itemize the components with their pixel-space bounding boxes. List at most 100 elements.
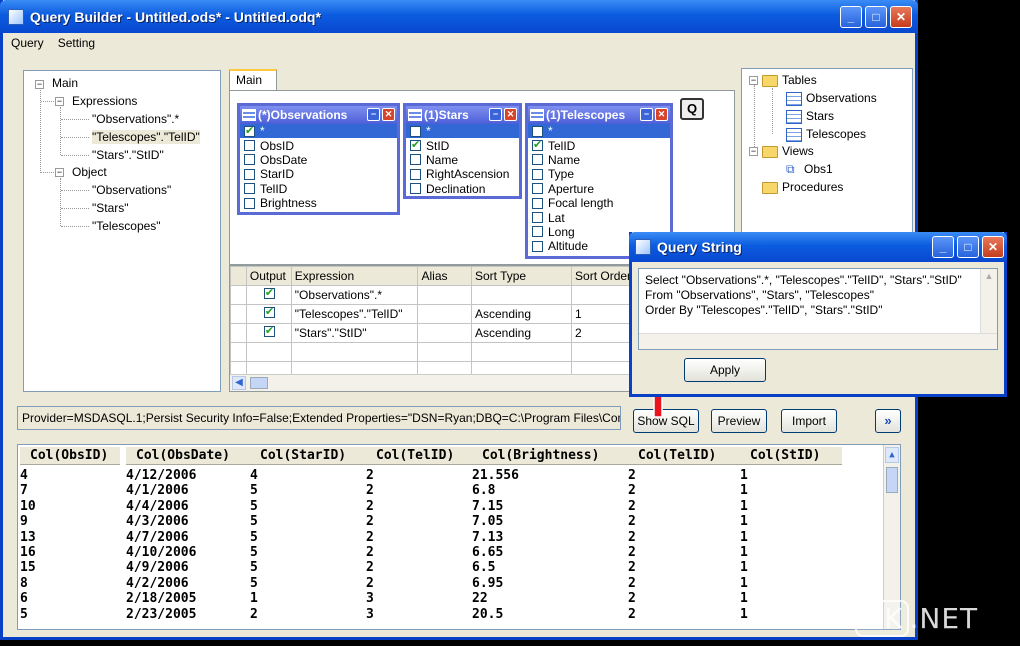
scroll-thumb[interactable] [886,467,898,493]
table-observations-header[interactable]: (*)Observations − ✕ [240,106,397,124]
field-checkbox[interactable] [244,140,255,152]
grid-header-sort-order[interactable]: Sort Order [571,266,638,286]
apply-button[interactable]: Apply [684,358,766,382]
field-checkbox[interactable] [532,240,543,252]
sql-text-area[interactable]: Select "Observations".*, "Telescopes"."T… [638,268,998,350]
title-bar[interactable]: Query Builder - Untitled.ods* - Untitled… [0,0,918,33]
field-row[interactable]: Declination [406,182,519,196]
field-row[interactable]: ObsDate [240,153,397,167]
grid-output-cell[interactable] [245,323,292,343]
output-checkbox[interactable] [263,325,275,337]
field-checkbox[interactable] [532,183,543,195]
field-checkbox[interactable] [244,124,255,138]
field-row[interactable]: Name [406,153,519,167]
table-stars-header[interactable]: (1)Stars − ✕ [406,106,519,124]
tree-expr-observations[interactable]: "Observations".* [92,112,179,126]
field-checkbox[interactable] [532,138,543,152]
grid-row-selector[interactable] [230,304,247,324]
grid-cell-sort-type[interactable]: Ascending [470,323,573,343]
expression-tree[interactable]: − Main − Expressions "Observations".* "T… [23,70,221,392]
grid-cell-sort-type[interactable] [470,285,573,305]
maximize-button[interactable]: □ [865,6,887,28]
field-row[interactable]: Aperture [528,182,670,196]
results-column-header[interactable]: Col(TelID) [366,447,472,465]
expression-grid[interactable]: Output Expression Alias Sort Type Sort O… [229,265,639,392]
connection-string-field[interactable]: Provider=MSDASQL.1;Persist Security Info… [17,406,621,430]
grid-header-alias[interactable]: Alias [417,266,472,286]
table-telescopes-header[interactable]: (1)Telescopes − ✕ [528,106,670,124]
table-stars[interactable]: (1)Stars − ✕ *StIDNameRightAscensionDecl… [403,103,522,199]
tree-object-telescopes[interactable]: "Telescopes" [92,219,161,233]
tree-expr-stars-stid[interactable]: "Stars"."StID" [92,148,164,162]
grid-cell-sort-order[interactable] [571,285,638,305]
field-checkbox[interactable] [244,154,255,166]
field-checkbox[interactable] [410,168,421,180]
field-row[interactable]: StID [406,138,519,153]
minimize-table-icon[interactable]: − [640,108,653,121]
field-checkbox[interactable] [532,212,543,224]
results-grid[interactable]: Col(ObsID) Col(ObsDate) Col(StarID) Col(Tel… [17,444,901,630]
scroll-left-icon[interactable]: ◀ [232,376,246,390]
table-observations[interactable]: (*)Observations − ✕ *ObsIDObsDateStarIDT… [237,103,400,215]
grid-header-expression[interactable]: Expression [290,266,419,286]
tree-node-main[interactable]: Main [52,76,78,90]
tree-object-stars[interactable]: "Stars" [92,201,129,215]
tab-main[interactable]: Main [229,69,277,91]
tree-node-tables[interactable]: Tables [762,73,817,87]
field-row[interactable]: StarID [240,167,397,181]
field-row[interactable]: TelID [240,182,397,196]
field-checkbox[interactable] [410,125,421,137]
minimize-table-icon[interactable]: − [367,108,380,121]
grid-empty-row[interactable] [230,342,638,362]
field-row[interactable]: TelID [528,138,670,153]
grid-row-selector[interactable] [230,285,247,305]
field-checkbox[interactable] [532,125,543,137]
maximize-button[interactable]: □ [957,236,979,258]
field-row[interactable]: Brightness [240,196,397,210]
close-button[interactable]: ✕ [890,6,912,28]
database-objects-tree[interactable]: − Tables Observations Stars Telescopes −… [741,68,913,233]
minimize-button[interactable]: _ [932,236,954,258]
collapse-main-icon[interactable]: − [35,80,44,89]
results-column-header[interactable]: Col(StarID) [250,447,366,465]
dialog-title-bar[interactable]: Query String _ □ ✕ [629,232,1007,262]
field-checkbox[interactable] [532,197,543,209]
field-checkbox[interactable] [244,168,255,180]
grid-cell-sort-type[interactable]: Ascending [470,304,573,324]
tree-table-stars[interactable]: Stars [786,109,834,124]
field-row[interactable]: Focal length [528,196,670,210]
field-checkbox[interactable] [410,183,421,195]
results-column-header[interactable]: Col(StID) [740,447,842,465]
grid-cell-expression[interactable]: "Stars"."StID" [290,323,419,343]
field-checkbox[interactable] [532,226,543,238]
field-row[interactable]: Lat [528,210,670,225]
tree-expr-telescopes-telid[interactable]: "Telescopes"."TelID" [92,130,200,144]
grid-row[interactable]: "Telescopes"."TelID" Ascending1 [230,304,638,324]
close-table-icon[interactable]: ✕ [504,108,517,121]
grid-cell-expression[interactable]: "Observations".* [290,285,419,305]
collapse-tables-icon[interactable]: − [749,76,758,85]
sql-horizontal-scrollbar[interactable] [639,333,997,349]
minimize-table-icon[interactable]: − [489,108,502,121]
collapse-panel-button[interactable]: » [875,409,901,433]
results-column-header[interactable]: Col(ObsDate) [126,447,250,465]
grid-row[interactable]: "Observations".* [230,285,638,305]
query-button[interactable]: Q [680,98,704,120]
scroll-up-icon[interactable]: ▲ [885,447,899,463]
grid-cell-sort-order[interactable]: 1 [571,304,638,324]
grid-header-output[interactable]: Output [245,266,292,286]
grid-horizontal-scrollbar[interactable]: ◀ [230,374,638,391]
field-row[interactable]: Type [528,167,670,181]
menu-query[interactable]: Query [11,36,44,50]
grid-cell-alias[interactable] [417,323,472,343]
field-checkbox[interactable] [410,138,421,152]
import-button[interactable]: Import [781,409,837,433]
close-table-icon[interactable]: ✕ [655,108,668,121]
field-row[interactable]: Name [528,153,670,167]
preview-button[interactable]: Preview [711,409,767,433]
collapse-object-icon[interactable]: − [55,168,64,177]
tree-node-object[interactable]: Object [72,165,107,179]
grid-output-cell[interactable] [245,285,292,305]
grid-output-cell[interactable] [245,304,292,324]
tree-node-views[interactable]: Views [762,144,814,158]
